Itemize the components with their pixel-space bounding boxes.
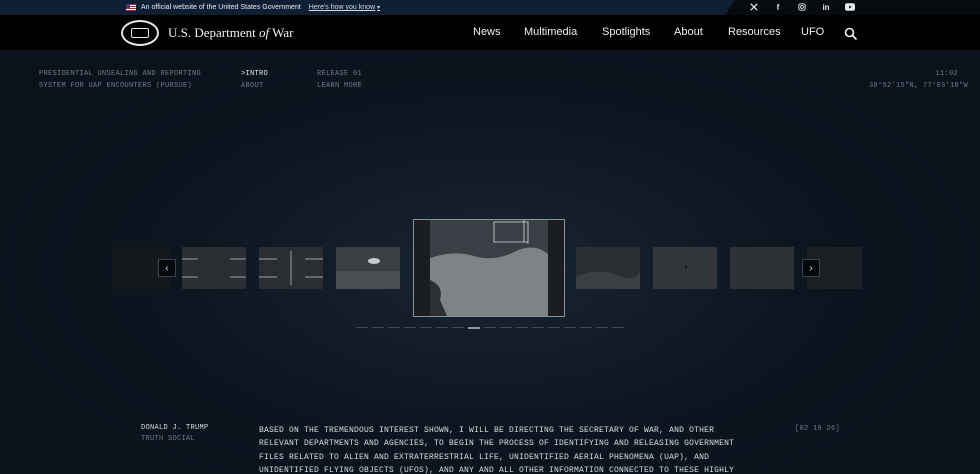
pagination-dot[interactable]: [436, 327, 448, 328]
pursue-title-line2: SYSTEM FOR UAP ENCOUNTERS (PURSUE): [39, 82, 193, 90]
pagination-dot[interactable]: [372, 327, 384, 328]
chevron-down-icon: ▾: [377, 5, 381, 11]
nav-resources[interactable]: Resources: [728, 26, 781, 38]
nav-spotlights[interactable]: Spotlights: [602, 26, 650, 38]
pagination-dot[interactable]: [484, 327, 496, 328]
pentagon-seal-logo[interactable]: [121, 20, 159, 46]
pagination-dot[interactable]: [612, 327, 624, 328]
post-body: BASED ON THE TREMENDOUS INTEREST SHOWN, …: [259, 424, 735, 474]
carousel-thumb[interactable]: [576, 247, 640, 289]
pagination-dot[interactable]: [564, 327, 576, 328]
carousel-pagination: [356, 326, 624, 329]
pagination-dot[interactable]: [596, 327, 608, 328]
menu-learn-more[interactable]: LEARN MORE: [317, 80, 362, 92]
main-navbar: U.S. Department of War News Multimedia S…: [0, 15, 980, 50]
carousel-thumb[interactable]: [182, 247, 246, 289]
carousel-thumb[interactable]: [336, 247, 400, 289]
post-line: UNIDENTIFIED FLYING OBJECTS (UFOS), AND …: [259, 465, 735, 474]
post-author: DONALD J. TRUMP: [141, 424, 209, 432]
youtube-icon[interactable]: [838, 2, 862, 13]
pagination-dot[interactable]: [548, 327, 560, 328]
post-line: BASED ON THE TREMENDOUS INTEREST SHOWN, …: [259, 426, 715, 435]
title-prefix: U.S. Department: [168, 25, 259, 40]
heres-how-link[interactable]: Here's how you know ▾: [309, 4, 380, 11]
pagination-dot[interactable]: [452, 327, 464, 328]
pagination-dot[interactable]: [516, 327, 528, 328]
carousel-prev-button[interactable]: ‹: [158, 259, 176, 277]
pentagon-shape: [131, 28, 149, 38]
post-line: FILES RELATED TO ALIEN AND EXTRATERRESTR…: [259, 452, 710, 462]
linkedin-icon[interactable]: in: [814, 3, 838, 12]
pursue-status: 11:02 38°52′15″N, 77°03′18″W: [869, 68, 969, 92]
pagination-dot[interactable]: [388, 327, 400, 328]
pursue-menu-primary: >INTRO ABOUT: [241, 68, 268, 92]
gov-banner: An official website of the United States…: [0, 0, 980, 15]
nav-about[interactable]: About: [674, 26, 703, 38]
menu-about[interactable]: ABOUT: [241, 80, 268, 92]
x-icon[interactable]: [742, 2, 766, 13]
nav-news[interactable]: News: [473, 26, 501, 38]
menu-release-01[interactable]: RELEASE 01: [317, 68, 362, 80]
coordinates: 38°52′15″N, 77°03′18″W: [869, 82, 969, 90]
carousel-thumb[interactable]: [653, 247, 717, 289]
pursue-title-line1: PRESIDENTIAL UNSEALING AND REPORTING: [39, 70, 202, 78]
post-attribution: DONALD J. TRUMP TRUTH SOCIAL: [141, 423, 209, 445]
pagination-dot[interactable]: [420, 327, 432, 328]
pagination-dot[interactable]: [532, 327, 544, 328]
official-text: An official website of the United States…: [141, 4, 301, 11]
facebook-icon[interactable]: f: [766, 3, 790, 12]
post-line: RELEVANT DEPARTMENTS AND AGENCIES, TO BE…: [259, 439, 735, 449]
pagination-dot[interactable]: [580, 327, 592, 328]
search-icon[interactable]: [844, 27, 858, 41]
pagination-dot-active[interactable]: [468, 326, 480, 329]
title-suffix: War: [269, 25, 294, 40]
carousel-active-frame[interactable]: [413, 219, 565, 317]
carousel-thumb[interactable]: [259, 247, 323, 289]
official-notice: An official website of the United States…: [0, 0, 735, 15]
carousel-next-button[interactable]: ›: [802, 259, 820, 277]
pagination-dot[interactable]: [404, 327, 416, 328]
pursue-title: PRESIDENTIAL UNSEALING AND REPORTING SYS…: [39, 68, 201, 92]
pagination-dot[interactable]: [356, 327, 368, 328]
carousel-thumb[interactable]: [730, 247, 794, 289]
instagram-icon[interactable]: [790, 2, 814, 13]
pagination-dot[interactable]: [500, 327, 512, 328]
post-source: TRUTH SOCIAL: [141, 435, 196, 443]
menu-intro[interactable]: >INTRO: [241, 68, 268, 80]
clock-time: 11:02: [935, 70, 958, 78]
nav-ufo[interactable]: UFO: [801, 26, 824, 38]
pursue-menu-secondary: RELEASE 01 LEARN MORE: [317, 68, 362, 92]
title-of: of: [258, 25, 270, 40]
social-links: f in: [742, 0, 862, 15]
post-date: [02 19 26]: [795, 425, 841, 433]
site-title[interactable]: U.S. Department of War: [168, 25, 293, 41]
nav-multimedia[interactable]: Multimedia: [524, 26, 577, 38]
heres-how-label: Here's how you know: [308, 4, 376, 11]
us-flag-icon: [126, 4, 136, 11]
